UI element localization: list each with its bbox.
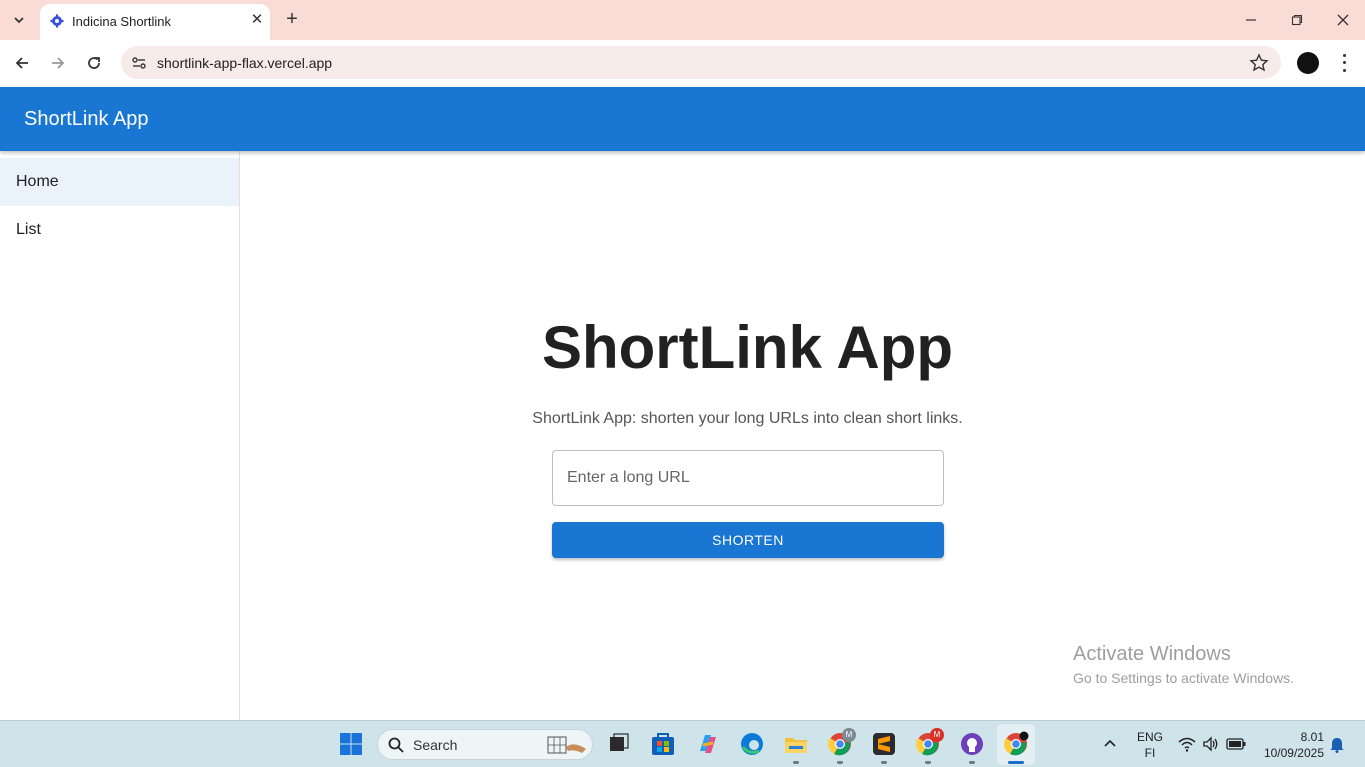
app-title: ShortLink App [24,108,149,130]
browser-menu-icon[interactable] [1334,52,1354,74]
taskbar-search[interactable]: Search [377,729,593,760]
microsoft-store-icon[interactable] [650,731,676,757]
chevron-up-icon[interactable] [1103,738,1117,748]
region-indicator[interactable]: FI [1136,746,1164,760]
close-window-icon[interactable] [1331,8,1355,32]
github-desktop-icon[interactable] [959,731,985,757]
edge-icon[interactable] [739,731,765,757]
sidebar-item-home[interactable]: Home [0,158,239,206]
running-indicator [925,761,931,764]
chrome-active-icon[interactable] [1003,731,1029,757]
main-content: ShortLink App ShortLink App: shorten you… [240,151,1365,720]
app-bar: ShortLink App [0,87,1365,151]
page-title: ShortLink App [541,314,954,381]
file-explorer-icon[interactable] [783,731,809,757]
search-highlight-icon [547,736,586,754]
sidebar-item-list[interactable]: List [0,206,239,254]
activate-windows-watermark: Activate Windows Go to Settings to activ… [1073,643,1294,686]
running-indicator [969,761,975,764]
chrome-m-badge: M [842,728,856,742]
notification-bell-icon[interactable] [1330,737,1344,753]
tab-title: Indicina Shortlink [72,14,171,29]
windows-taskbar: Search M M ENG FI 8.01 10/09/2025 [0,720,1365,767]
running-indicator [837,761,843,764]
active-indicator [1008,761,1024,764]
browser-tabstrip: Indicina Shortlink ✕ + [0,0,1365,40]
sidebar: Home List [0,151,240,720]
address-bar[interactable]: shortlink-app-flax.vercel.app [121,46,1281,79]
sublime-text-icon[interactable] [871,731,897,757]
task-view-icon[interactable] [605,731,631,757]
clock-time[interactable]: 8.01 [1258,730,1324,744]
running-indicator [793,761,799,764]
back-arrow-icon[interactable] [10,51,34,75]
taskbar-search-label: Search [413,737,458,753]
profile-avatar[interactable] [1297,52,1319,74]
chrome-red-m-badge: M [930,728,944,742]
site-info-icon[interactable] [129,53,149,73]
reload-icon[interactable] [82,51,106,75]
favicon-icon [50,14,64,28]
language-indicator[interactable]: ENG [1136,730,1164,744]
browser-tab[interactable]: Indicina Shortlink ✕ [40,4,270,40]
clock-date[interactable]: 10/09/2025 [1258,746,1324,760]
bookmark-star-icon[interactable] [1249,53,1269,73]
watermark-subtitle: Go to Settings to activate Windows. [1073,670,1294,686]
volume-icon[interactable] [1202,736,1220,752]
watermark-title: Activate Windows [1073,643,1231,665]
url-text: shortlink-app-flax.vercel.app [157,55,333,71]
long-url-input[interactable] [552,450,944,506]
new-tab-plus-icon[interactable]: + [282,9,302,29]
forward-arrow-icon[interactable] [46,51,70,75]
search-icon [388,737,404,753]
page-subtitle: ShortLink App: shorten your long URLs in… [532,410,963,427]
minimize-icon[interactable] [1239,8,1263,32]
tab-search-chevron-icon[interactable] [6,7,32,33]
shorten-button[interactable]: SHORTEN [552,522,944,558]
battery-icon[interactable] [1226,737,1246,751]
running-indicator [881,761,887,764]
windows-start-icon[interactable] [338,731,364,757]
browser-toolbar: shortlink-app-flax.vercel.app [0,40,1365,87]
restore-icon[interactable] [1285,8,1309,32]
wifi-icon[interactable] [1178,736,1196,752]
close-tab-icon[interactable]: ✕ [248,11,266,29]
copilot-icon[interactable] [695,731,721,757]
